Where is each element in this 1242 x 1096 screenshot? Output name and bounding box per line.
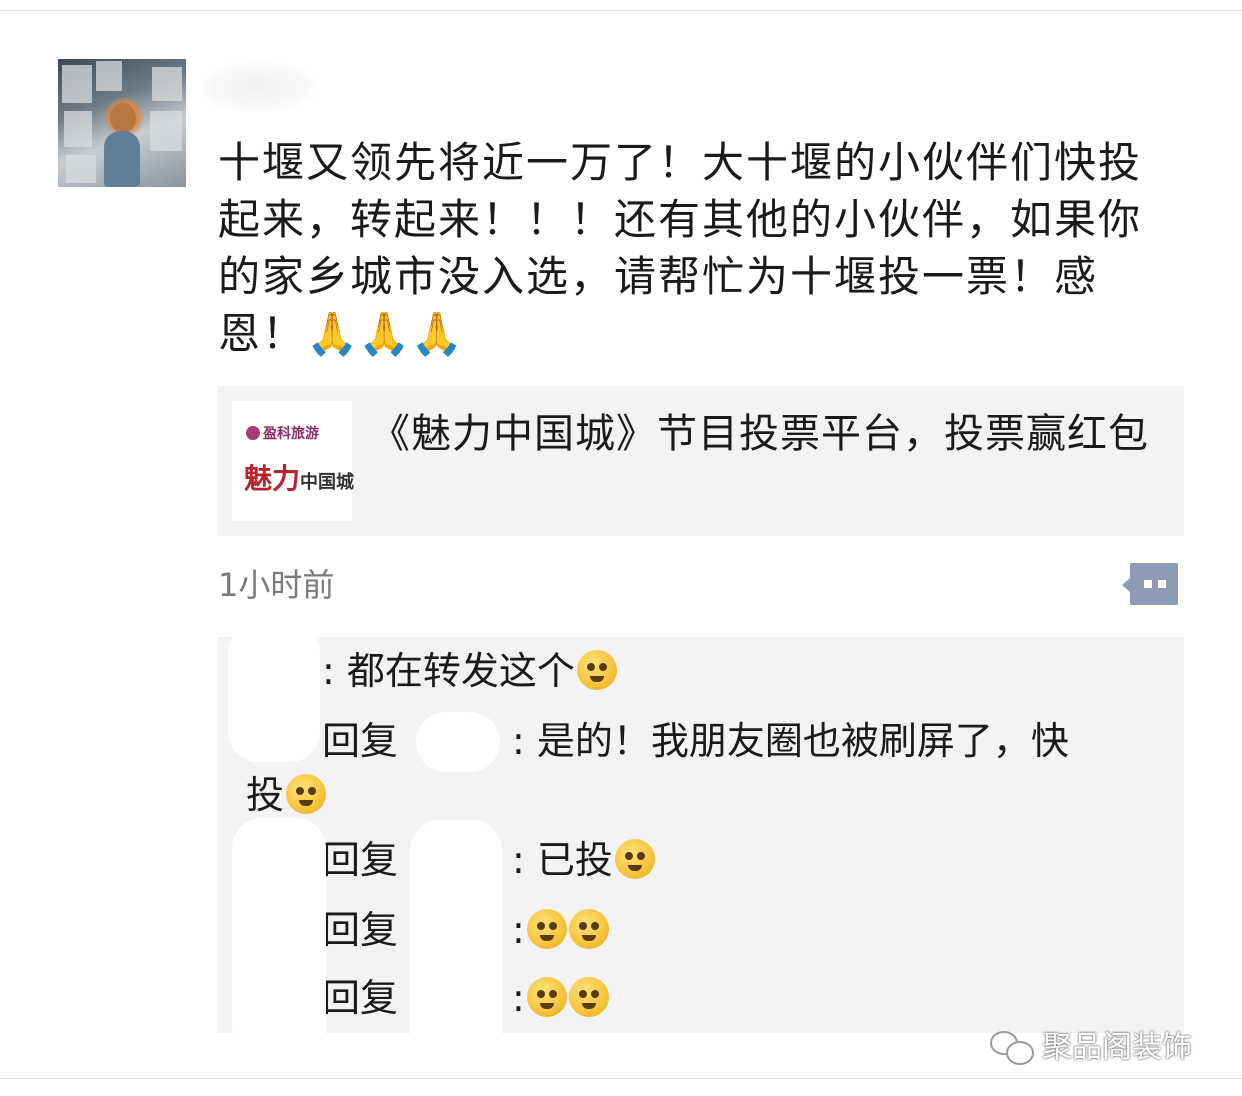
smile-emoji-icon xyxy=(526,977,567,1017)
smug-emoji-icon xyxy=(526,909,567,949)
comment-more-icon[interactable] xyxy=(1122,563,1178,605)
wechat-logo-icon xyxy=(990,1031,1034,1065)
privacy-mask xyxy=(228,622,320,762)
link-title: 《魅力中国城》节目投票平台，投票赢红包 xyxy=(370,411,1149,457)
comment-list: 某某: 都在转发这个 某某回复某某某: 是的！我朋友圈也被刷屏了，快 投 某某回… xyxy=(218,637,1184,1033)
pray-emoji-group: 🙏🙏🙏 xyxy=(306,309,463,358)
brand-logo-icon xyxy=(246,426,260,440)
reply-label: 回复 xyxy=(322,908,399,952)
reply-label: 回复 xyxy=(322,838,399,882)
link-thumbnail: 盈科旅游 魅力中国城 xyxy=(232,401,355,521)
privacy-mask xyxy=(416,712,500,772)
thumbnail-logo: 魅力中国城 xyxy=(244,462,355,495)
watermark: 聚品阁装饰 xyxy=(990,1022,1192,1066)
privacy-mask xyxy=(232,818,326,1058)
surprised-emoji-icon xyxy=(576,650,617,690)
reply-label: 回复 xyxy=(322,976,399,1020)
comment-item[interactable]: 某某回复某某某: 是的！我朋友圈也被刷屏了，快 xyxy=(246,710,1069,772)
thinking-emoji-icon xyxy=(286,774,327,814)
post-timestamp: 1小时前 xyxy=(218,566,335,604)
smug-emoji-icon xyxy=(568,909,609,949)
shared-link-card[interactable]: 盈科旅游 魅力中国城 《魅力中国城》节目投票平台，投票赢红包 xyxy=(218,386,1184,536)
thumbnail-brand: 盈科旅游 xyxy=(246,423,346,443)
reply-label: 回复 xyxy=(322,719,399,763)
grin-emoji-icon xyxy=(614,839,655,879)
bottom-divider xyxy=(0,1078,1242,1079)
smile-emoji-icon xyxy=(568,977,609,1017)
user-avatar[interactable] xyxy=(58,59,186,187)
username-blurred[interactable] xyxy=(200,62,315,112)
comment-item-continued: 投 xyxy=(246,764,327,826)
privacy-mask xyxy=(410,820,502,1056)
top-divider xyxy=(0,10,1242,11)
post-text: 十堰又领先将近一万了！大十堰的小伙伴们快投起来，转起来！！！还有其他的小伙伴，如… xyxy=(218,134,1178,362)
